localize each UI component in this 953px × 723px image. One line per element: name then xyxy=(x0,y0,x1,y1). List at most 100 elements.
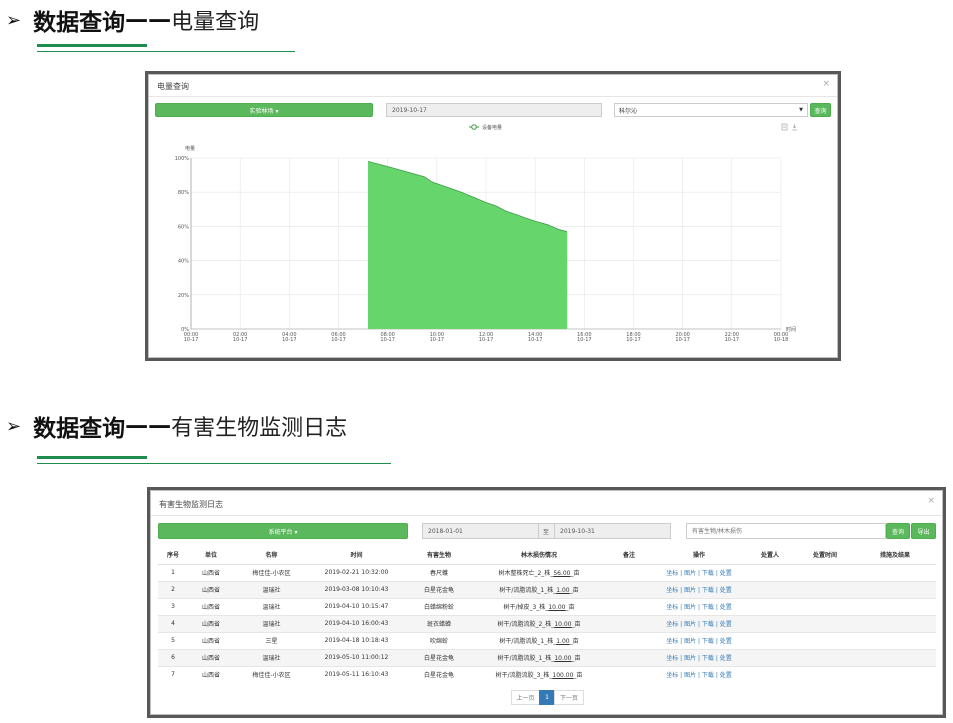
platform-select-button[interactable]: 系统平台 ▾ xyxy=(158,523,408,539)
x-tick-label: 00:00 10-18 xyxy=(774,332,789,343)
panel-divider xyxy=(149,96,837,97)
damage-unit: _亩 xyxy=(569,638,579,645)
row-time: 2019-04-10 10:15:47 xyxy=(309,597,404,615)
panel-divider xyxy=(151,515,942,516)
op-link[interactable]: 下载 xyxy=(702,621,714,628)
date-to-input[interactable]: 2019-10-31 xyxy=(554,523,671,539)
op-link[interactable]: 坐标 xyxy=(666,621,678,628)
damage-desc: 树干/掉皮_3_株_ xyxy=(503,604,549,611)
query-button[interactable]: 查询 xyxy=(886,523,910,539)
download-icon[interactable] xyxy=(792,124,797,131)
close-icon[interactable]: × xyxy=(927,496,935,506)
column-header: 单位 xyxy=(188,546,234,565)
row-damage: 树干/流脂流胶_1_株_1.00_亩 xyxy=(474,631,604,649)
op-link[interactable]: 下载 xyxy=(702,587,714,594)
date-from-input[interactable]: 2018-01-01 xyxy=(422,523,539,539)
row-number: 4 xyxy=(158,614,188,632)
row-pest: 白星花金龟 xyxy=(404,665,474,683)
chevron-down-icon: ▼ xyxy=(799,107,803,113)
section-heading-power: ➢ 数据查询 —— 电量查询 xyxy=(6,0,259,40)
op-link[interactable]: 坐标 xyxy=(666,587,678,594)
op-link[interactable]: 坐标 xyxy=(666,672,678,679)
heading-underline xyxy=(37,44,147,47)
close-icon[interactable]: × xyxy=(822,79,830,89)
row-pest: 斑衣蜡蝉 xyxy=(404,614,474,632)
row-time: 2019-04-18 10:18:43 xyxy=(309,631,404,649)
op-link[interactable]: 下载 xyxy=(702,570,714,577)
op-link[interactable]: 下载 xyxy=(702,655,714,662)
x-tick-label: 00:00 10-17 xyxy=(184,332,199,343)
op-link[interactable]: 图片 xyxy=(684,587,696,594)
row-remark xyxy=(604,648,654,666)
damage-desc: 树干/流脂流胶_3_株_ xyxy=(495,672,553,680)
op-link[interactable]: 处置 xyxy=(720,655,732,662)
x-tick-label: 22:00 10-17 xyxy=(725,332,740,343)
row-operations: 坐标 | 图片 | 下载 | 处置 xyxy=(654,665,744,683)
x-tick-label: 06:00 10-17 xyxy=(331,332,346,343)
heading-underline-thin xyxy=(37,51,295,52)
row-remark xyxy=(604,563,654,581)
page-1-button[interactable]: 1 xyxy=(539,690,555,705)
op-link[interactable]: 图片 xyxy=(684,570,696,577)
row-handle-time xyxy=(796,614,854,632)
row-unit: 山西省 xyxy=(188,665,234,683)
row-remark xyxy=(604,580,654,598)
table-row: 1 山西省 梅佳佳-小农区 2019-02-21 10:32:00 春尺蠖 树木整株死亡_… xyxy=(158,563,936,581)
heading-underline xyxy=(37,456,147,459)
op-link[interactable]: 处置 xyxy=(720,638,732,645)
device-select-button[interactable]: 实验林场 ▾ xyxy=(155,103,373,117)
table-row: 7 山西省 梅佳佳-小农区 2019-05-11 16:10:43 白星花金龟 树干/流脂… xyxy=(158,665,936,683)
table-row: 6 山西省 温瑞社 2019-05-10 11:00:12 白星花金龟 树干/流脂流胶_1… xyxy=(158,648,936,666)
op-link[interactable]: 处置 xyxy=(720,672,732,679)
damage-unit: _亩 xyxy=(571,655,581,662)
x-tick-label: 02:00 10-17 xyxy=(233,332,248,343)
power-query-panel: 电量查询 × 实验林场 ▾ 2019-10-17 科尔沁 ▼ 查询 设备电量 电… xyxy=(148,74,838,358)
op-link[interactable]: 图片 xyxy=(684,638,696,645)
op-link[interactable]: 处置 xyxy=(720,604,732,611)
op-link[interactable]: 处置 xyxy=(720,587,732,594)
search-input[interactable] xyxy=(686,523,886,539)
heading-bold: 数据查询 xyxy=(33,10,126,36)
next-page-button[interactable]: 下一页 xyxy=(554,690,584,705)
op-link[interactable]: 坐标 xyxy=(666,570,678,577)
document-icon[interactable] xyxy=(781,123,788,131)
query-button[interactable]: 查询 xyxy=(810,103,831,117)
row-remark xyxy=(604,631,654,649)
date-input[interactable]: 2019-10-17 xyxy=(386,103,602,117)
heading-rest: 电量查询 xyxy=(171,10,260,35)
op-link[interactable]: 下载 xyxy=(702,604,714,611)
op-link[interactable]: 坐标 xyxy=(666,604,678,611)
prev-page-button[interactable]: 上一页 xyxy=(511,690,540,705)
heading-bold: 数据查询 xyxy=(33,416,126,442)
op-link[interactable]: 坐标 xyxy=(666,638,678,645)
row-name: 温瑞社 xyxy=(234,648,309,666)
forest-select[interactable]: 科尔沁 ▼ xyxy=(614,103,808,117)
table-row: 2 山西省 温瑞社 2019-03-08 10:10:43 白星花金龟 树干/流脂流胶_1… xyxy=(158,580,936,598)
table-row: 3 山西省 温瑞社 2019-04-10 10:15:47 白蜡绵粉蚧 树干/掉皮_3_株… xyxy=(158,597,936,615)
row-result xyxy=(854,665,936,683)
op-link[interactable]: 下载 xyxy=(702,638,714,645)
column-header: 备注 xyxy=(604,546,654,565)
heading-rest: 有害生物监测日志 xyxy=(171,416,348,441)
damage-desc: 树木整株死亡_2_株_ xyxy=(498,570,554,577)
row-pest: 白星花金龟 xyxy=(404,648,474,666)
damage-area: 1.00 xyxy=(556,587,570,594)
row-unit: 山西省 xyxy=(188,597,234,615)
panel-title: 有害生物监测日志 xyxy=(159,500,223,509)
op-link[interactable]: 处置 xyxy=(720,621,732,628)
op-link[interactable]: 下载 xyxy=(702,672,714,679)
op-link[interactable]: 坐标 xyxy=(666,655,678,662)
op-link[interactable]: 图片 xyxy=(684,604,696,611)
row-operations: 坐标 | 图片 | 下载 | 处置 xyxy=(654,580,744,598)
chart-legend[interactable]: 设备电量 xyxy=(469,124,502,131)
op-link[interactable]: 图片 xyxy=(684,655,696,662)
export-button[interactable]: 导出 xyxy=(911,523,936,539)
damage-desc: 树干/流脂流胶_1_株_ xyxy=(499,638,557,645)
op-link[interactable]: 图片 xyxy=(684,672,696,679)
column-header: 序号 xyxy=(158,546,188,565)
row-handler xyxy=(744,648,796,666)
y-tick-label: 80% xyxy=(178,190,189,196)
op-link[interactable]: 处置 xyxy=(720,570,732,577)
row-remark xyxy=(604,665,654,683)
op-link[interactable]: 图片 xyxy=(684,621,696,628)
